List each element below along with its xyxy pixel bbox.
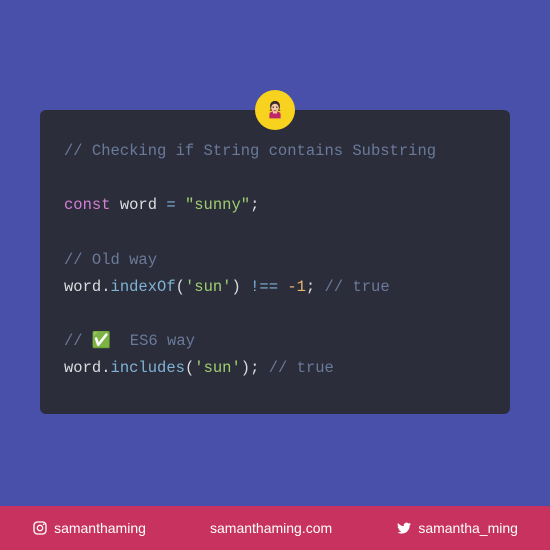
website-label: samanthaming.com: [210, 520, 332, 536]
instagram-label: samanthaming: [54, 520, 146, 536]
old-way-comment: // Old way: [64, 251, 157, 269]
code-block: // Checking if String contains Substring…: [40, 110, 510, 414]
avatar: [255, 90, 295, 130]
footer: samanthaming samanthaming.com samantha_m…: [0, 506, 550, 550]
title-comment: // Checking if String contains Substring: [64, 142, 436, 160]
instagram-link[interactable]: samanthaming: [32, 520, 146, 536]
website-link[interactable]: samanthaming.com: [210, 520, 332, 536]
includes-line: word.includes('sun'); // true: [64, 355, 486, 382]
instagram-icon: [32, 520, 48, 536]
twitter-label: samantha_ming: [418, 520, 518, 536]
es6-comment: // ✅ ES6 way: [64, 332, 195, 350]
avatar-icon: [261, 96, 289, 124]
indexof-line: word.indexOf('sun') !== -1; // true: [64, 274, 486, 301]
twitter-link[interactable]: samantha_ming: [396, 520, 518, 536]
twitter-icon: [396, 520, 412, 536]
const-line: const word = "sunny";: [64, 192, 486, 219]
